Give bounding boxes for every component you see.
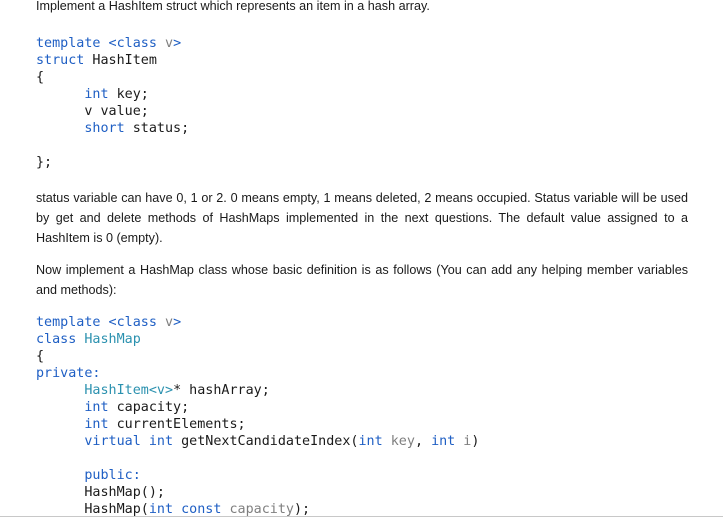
- intro-text: Implement a HashItem struct which repres…: [36, 0, 430, 13]
- hashmap-code-block: template <class v> class HashMap { priva…: [36, 315, 480, 517]
- status-paragraph: status variable can have 0, 1 or 2. 0 me…: [36, 191, 688, 245]
- hashitem-code-close: };: [36, 155, 53, 170]
- hashmap-paragraph: Now implement a HashMap class whose basi…: [36, 263, 688, 297]
- hashitem-code-block: template <class v> struct HashItem { int…: [36, 36, 190, 136]
- page-bottom-divider: [0, 516, 723, 517]
